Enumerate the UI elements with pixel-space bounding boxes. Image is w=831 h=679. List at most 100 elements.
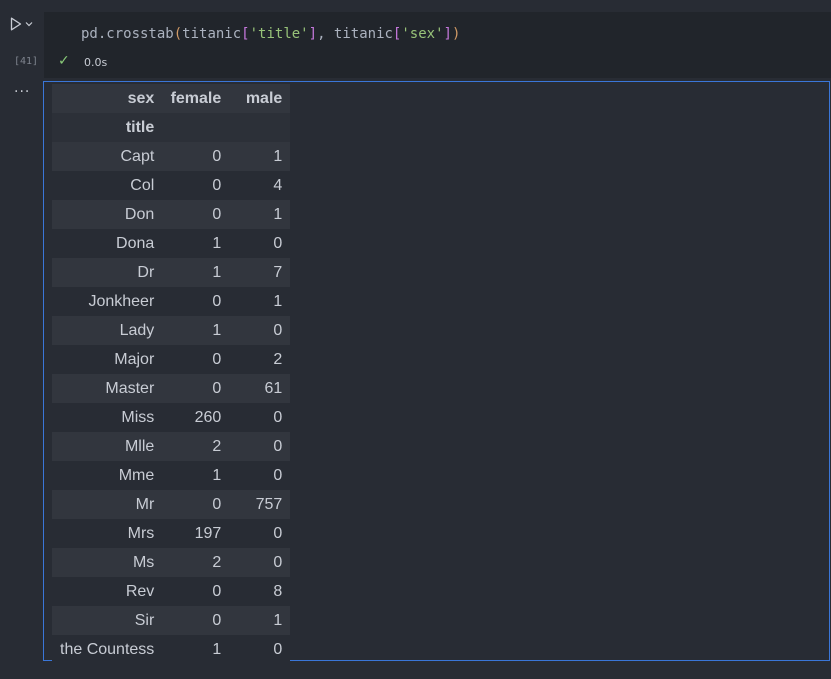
code-token: pd.crosstab [81,26,174,42]
cell-male: 1 [273,611,283,629]
cell-male: 61 [264,379,283,397]
table-row: Dona 1 0 [52,229,291,258]
table-row: Col 0 4 [52,171,291,200]
row-index-label: Mlle [124,437,155,455]
cell-female: 0 [212,611,222,629]
cell-male: 0 [273,321,283,339]
row-index-label: Jonkheer [88,292,155,310]
cell-female: 1 [212,466,222,484]
table-row: Capt 0 1 [52,142,291,171]
cell-female: 0 [212,176,222,194]
cell-female: 1 [212,640,222,658]
cell-female: 0 [212,582,222,600]
cell-male: 7 [273,263,283,281]
table-row: Mr 0 757 [52,490,291,519]
cell-female: 2 [212,553,222,571]
table-row: Master 0 61 [52,374,291,403]
code-token: ] [443,26,452,42]
table-row: Lady 1 0 [52,316,291,345]
index-name-header: title [52,113,163,142]
row-index-label: Col [130,176,155,194]
cell-male: 0 [273,437,283,455]
table-body: Capt 0 1 Col 0 4 Don 0 1 Dona 1 0 Dr 1 7 Jonkheer 0 1 Lady… [52,142,291,664]
row-index-label: Sir [134,611,155,629]
cell-male: 0 [273,234,283,252]
cell-female: 0 [212,292,222,310]
cell-male: 0 [273,553,283,571]
cell-female: 1 [212,321,222,339]
column-header-female: female [162,84,230,113]
cell-male: 0 [273,408,283,426]
cell-female: 0 [212,205,222,223]
cell-female: 0 [212,147,222,165]
table-row: Don 0 1 [52,200,291,229]
code-token: 'sex' [401,26,444,42]
cell-male: 2 [273,350,283,368]
cell-female: 0 [212,350,222,368]
table-row: Major 0 2 [52,345,291,374]
cell-female: 1 [212,234,222,252]
cell-male: 1 [273,292,283,310]
cell-male: 757 [255,495,283,513]
cell-female: 2 [212,437,222,455]
row-index-label: Capt [120,147,155,165]
row-index-label: Major [114,350,155,368]
table-row: Dr 1 7 [52,258,291,287]
chevron-down-icon[interactable] [25,21,33,27]
table-row: Miss 260 0 [52,403,291,432]
cell-male: 1 [273,205,283,223]
row-index-label: Rev [125,582,155,600]
cell-female: 0 [212,379,222,397]
row-index-label: Mr [135,495,155,513]
code-token: titanic [182,26,242,42]
columns-name-header: sex [52,84,163,113]
notebook-page: [41] ... pd.crosstab(titanic['title'] , t… [0,0,831,679]
row-index-label: the Countess [60,640,155,658]
code-token: [ [241,26,250,42]
cell-male: 0 [273,524,283,542]
code-line[interactable]: pd.crosstab(titanic['title'], titanic['s… [81,26,460,42]
code-cell[interactable]: pd.crosstab(titanic['title'], titanic['s… [44,12,831,78]
table-row: Rev 0 8 [52,577,291,606]
table-header-row: sex female male [52,84,291,113]
row-index-label: Lady [119,321,155,339]
row-index-label: Mrs [127,524,155,542]
execution-count: [41] [14,56,39,67]
table-row: Ms 2 0 [52,548,291,577]
cell-male: 8 [273,582,283,600]
code-token: ( [173,26,183,42]
ellipsis-icon[interactable]: ... [14,80,30,96]
column-header-male: male [229,84,291,113]
table-row: Mlle 2 0 [52,432,291,461]
row-index-label: Mme [118,466,155,484]
table-row: Jonkheer 0 1 [52,287,291,316]
cell-male: 4 [273,176,283,194]
row-index-label: Don [124,205,155,223]
run-cell-button[interactable] [10,14,42,34]
play-icon[interactable] [10,17,22,31]
table-row: the Countess 1 0 [52,635,291,664]
table-row: Mrs 197 0 [52,519,291,548]
cell-male: 0 [273,640,283,658]
cell-female: 1 [212,263,222,281]
row-index-label: Ms [132,553,155,571]
cell-female: 260 [194,408,222,426]
empty-header-cell [162,113,230,142]
crosstab-table: sex female male title Capt 0 1 Col 0 4 Don 0 1 Do… [52,84,291,664]
code-token: 'title' [249,26,309,42]
cell-male: 1 [273,147,283,165]
row-index-label: Dr [137,263,155,281]
table-row: Sir 0 1 [52,606,291,635]
execution-duration: 0.0s [84,56,108,69]
row-index-label: Miss [121,408,155,426]
check-icon: ✓ [58,53,70,69]
empty-header-cell [229,113,291,142]
code-token: , titanic [317,26,393,42]
row-index-label: Master [105,379,155,397]
row-index-label: Dona [116,234,155,252]
cell-male: 0 [273,466,283,484]
cell-output: sex female male title Capt 0 1 Col 0 4 Don 0 1 Do… [43,81,830,664]
cell-female: 197 [194,524,222,542]
cell-female: 0 [212,495,222,513]
index-name-row: title [52,113,291,142]
